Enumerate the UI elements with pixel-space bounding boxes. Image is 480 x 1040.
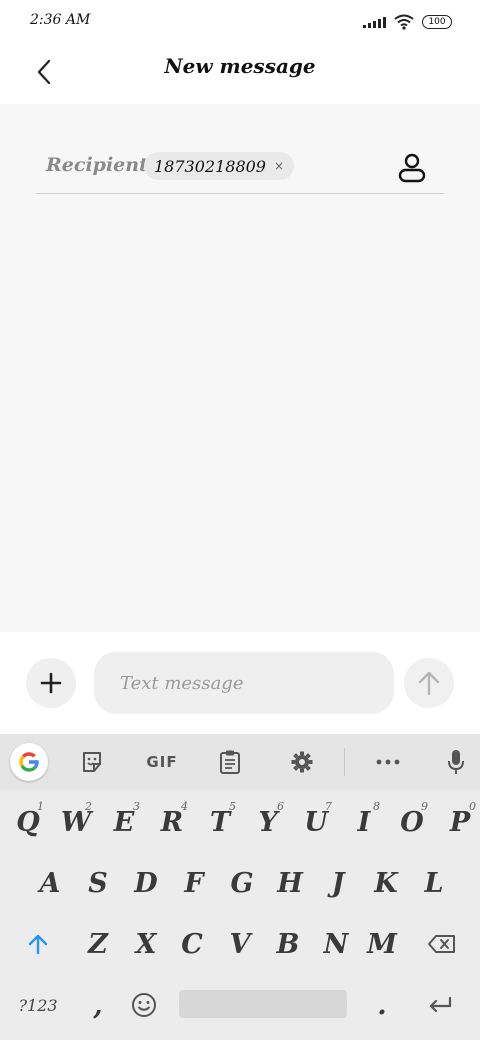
battery-level: 100: [428, 17, 446, 27]
sticker-icon: [83, 752, 101, 772]
contact-picker-button[interactable]: [394, 150, 430, 186]
sticker-button[interactable]: [70, 742, 114, 782]
key-t[interactable]: T5: [196, 794, 244, 850]
recipient-chip[interactable]: 18730218809 ×: [144, 152, 295, 180]
text-message-input[interactable]: [120, 672, 368, 694]
key-o[interactable]: O9: [388, 794, 436, 850]
plus-icon: [40, 672, 62, 694]
key-j[interactable]: J: [314, 855, 362, 911]
key-d[interactable]: D: [122, 855, 170, 911]
recipient-label: Recipient:: [46, 154, 155, 176]
key-h[interactable]: H: [266, 855, 314, 911]
key-l[interactable]: L: [410, 855, 458, 911]
key-z[interactable]: Z: [74, 916, 122, 972]
remove-recipient-icon[interactable]: ×: [274, 159, 284, 173]
keyboard-row-1: Q1 W2 E3 R4 T5 Y6 U7 I8 O9 P0: [0, 794, 480, 850]
toolbar-divider: [344, 748, 345, 776]
key-w[interactable]: W2: [52, 794, 100, 850]
key-c[interactable]: C: [168, 916, 216, 972]
space-key[interactable]: [179, 990, 347, 1018]
google-icon: [19, 752, 39, 772]
gear-icon: [291, 751, 313, 773]
emoji-icon: [132, 993, 156, 1017]
key-q[interactable]: Q1: [4, 794, 52, 850]
gif-label: GIF: [146, 753, 178, 771]
clipboard-icon: [220, 750, 240, 774]
status-icons: 100: [363, 12, 452, 32]
backspace-icon: [428, 935, 455, 953]
key-v[interactable]: V: [216, 916, 264, 972]
key-f[interactable]: F: [170, 855, 218, 911]
key-x[interactable]: X: [122, 916, 170, 972]
battery-icon: 100: [422, 15, 452, 29]
clipboard-button[interactable]: [208, 742, 252, 782]
key-u[interactable]: U7: [292, 794, 340, 850]
key-i[interactable]: I8: [340, 794, 388, 850]
backspace-key[interactable]: [418, 916, 466, 972]
key-e[interactable]: E3: [100, 794, 148, 850]
emoji-key[interactable]: [120, 977, 168, 1033]
key-g[interactable]: G: [218, 855, 266, 911]
keyboard-row-3: Z X C V B N M: [0, 916, 480, 972]
key-p[interactable]: P0: [436, 794, 480, 850]
recipient-row[interactable]: Recipient: 18730218809 ×: [36, 144, 444, 194]
status-bar: 2:36 AM 100: [0, 0, 480, 44]
message-content-area: Recipient: 18730218809 ×: [0, 104, 480, 632]
key-r[interactable]: R4: [148, 794, 196, 850]
key-a[interactable]: A: [26, 855, 74, 911]
keyboard-row-2: A S D F G H J K L: [0, 855, 480, 911]
key-y[interactable]: Y6: [244, 794, 292, 850]
symbols-key[interactable]: ?123: [10, 977, 66, 1033]
text-message-box[interactable]: [94, 652, 394, 714]
signal-icon: [363, 16, 386, 28]
keyboard-settings-button[interactable]: [280, 742, 324, 782]
person-icon: [398, 153, 426, 183]
key-comma[interactable]: ,: [74, 977, 122, 1033]
key-n[interactable]: N: [312, 916, 360, 972]
voice-input-button[interactable]: [434, 742, 478, 782]
key-m[interactable]: M: [358, 916, 406, 972]
header: New message: [0, 44, 480, 104]
shift-key[interactable]: [14, 916, 62, 972]
status-time: 2:36 AM: [30, 12, 91, 28]
wifi-icon: [394, 14, 414, 30]
recipient-chip-value: 18730218809: [154, 156, 266, 176]
key-s[interactable]: S: [74, 855, 122, 911]
attach-button[interactable]: [26, 658, 76, 708]
keyboard-row-4: ?123 , .: [0, 977, 480, 1033]
page-title: New message: [164, 54, 316, 78]
key-k[interactable]: K: [362, 855, 410, 911]
arrow-up-icon: [418, 671, 440, 696]
compose-bar: [0, 632, 480, 734]
mic-icon: [448, 750, 464, 774]
enter-icon: [429, 996, 452, 1013]
enter-key[interactable]: [416, 977, 464, 1033]
keyboard: GIF Q 1 W 2 E 3 R 4 T 5 Y 6 U 7 I 8 O 9 …: [0, 734, 480, 1040]
key-b[interactable]: B: [264, 916, 312, 972]
send-button[interactable]: [404, 658, 454, 708]
key-period[interactable]: .: [358, 977, 406, 1033]
gif-button[interactable]: GIF: [138, 742, 186, 782]
more-button[interactable]: [366, 742, 410, 782]
keyboard-toolbar: GIF: [0, 734, 480, 790]
shift-arrow-icon: [28, 934, 48, 955]
google-search-button[interactable]: [10, 743, 48, 781]
more-icon: [376, 759, 400, 765]
